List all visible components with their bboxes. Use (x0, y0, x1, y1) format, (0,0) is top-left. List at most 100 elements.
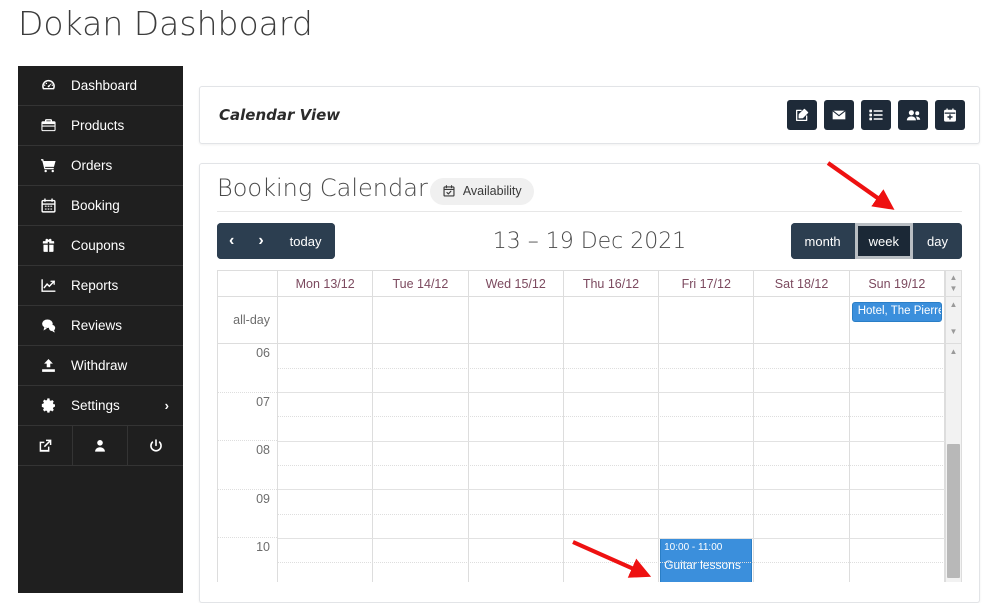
event-title-label: Guitar lessons (664, 558, 741, 572)
hour-row-09: 09 (218, 490, 277, 538)
sidebar-filler (18, 466, 183, 592)
hour-label-08: 08 (256, 443, 270, 457)
grid-half-hour-line (278, 416, 945, 417)
time-gutter: 06 07 08 09 10 (218, 344, 278, 582)
time-column-sun[interactable] (850, 344, 945, 582)
sidebar-item-label: Reports (71, 278, 119, 293)
scrollbar-thumb[interactable] (947, 444, 960, 578)
calendar-allday-row: all-day Hotel, The Pierre ▲ ▼ (218, 297, 961, 344)
calendar-grid: Mon 13/12 Tue 14/12 Wed 15/12 Thu 16/12 … (217, 270, 962, 582)
timed-event-guitar-lessons[interactable]: 10:00 - 11:00 Guitar lessons (660, 538, 753, 582)
grid-hour-line (278, 392, 945, 393)
allday-label: all-day (218, 297, 278, 343)
sidebar-item-orders[interactable]: Orders (18, 146, 183, 186)
prev-week-button[interactable]: ‹ (217, 223, 247, 259)
booking-header: Booking Calendar Availability (200, 164, 979, 212)
chevron-right-icon: › (164, 398, 169, 413)
view-day-button[interactable]: day (913, 223, 962, 259)
sidebar-item-label: Withdraw (71, 358, 128, 373)
sidebar-item-products[interactable]: Products (18, 106, 183, 146)
day-header-tue[interactable]: Tue 14/12 (373, 271, 469, 296)
booking-calendar-panel: Booking Calendar Availability ‹ › today … (199, 163, 980, 603)
grid-half-hour-line (278, 562, 945, 563)
sidebar-item-dashboard[interactable]: Dashboard (18, 66, 183, 106)
calendar-plus-icon[interactable] (935, 100, 965, 130)
hour-label-10: 10 (256, 540, 270, 554)
day-header-fri[interactable]: Fri 17/12 (659, 271, 755, 296)
external-link-icon[interactable] (18, 426, 73, 465)
view-week-button[interactable]: week (854, 223, 914, 259)
allday-scrollbar-top[interactable]: ▲ ▼ (944, 271, 961, 296)
envelope-icon[interactable] (824, 100, 854, 130)
next-week-button[interactable]: › (246, 223, 276, 259)
sidebar-item-label: Reviews (71, 318, 123, 333)
sidebar-item-coupons[interactable]: Coupons (18, 226, 183, 266)
time-column-tue[interactable] (373, 344, 469, 582)
grid-hour-line (278, 538, 945, 539)
sidebar-item-settings[interactable]: Settings › (18, 386, 183, 426)
sidebar-footer-icons (18, 426, 183, 466)
day-header-thu[interactable]: Thu 16/12 (564, 271, 660, 296)
allday-cell-wed[interactable] (469, 297, 564, 343)
gear-icon (40, 397, 62, 414)
users-icon[interactable] (898, 100, 928, 130)
day-header-mon[interactable]: Mon 13/12 (278, 271, 374, 296)
calendar-view-actions (787, 100, 965, 130)
allday-cell-sun[interactable]: Hotel, The Pierre (850, 297, 945, 343)
availability-button[interactable]: Availability (429, 177, 534, 205)
allday-event-hotel[interactable]: Hotel, The Pierre (851, 302, 942, 322)
allday-cell-mon[interactable] (278, 297, 374, 343)
scroll-down-arrow-icon[interactable]: ▼ (946, 328, 961, 336)
allday-cell-thu[interactable] (564, 297, 660, 343)
today-button[interactable]: today (275, 223, 336, 259)
sidebar-item-booking[interactable]: Booking (18, 186, 183, 226)
user-icon[interactable] (73, 426, 128, 465)
time-column-sat[interactable] (754, 344, 850, 582)
time-column-thu[interactable] (564, 344, 660, 582)
availability-label: Availability (462, 184, 522, 198)
booking-calendar-title: Booking Calendar (217, 174, 428, 202)
scroll-up-arrow-icon[interactable]: ▲ (946, 301, 961, 309)
sidebar-item-label: Booking (71, 198, 120, 213)
event-time-label: 10:00 - 11:00 (664, 542, 723, 553)
hour-row-10: 10 (218, 538, 277, 582)
scroll-down-arrow-icon[interactable]: ▼ (946, 285, 961, 293)
scroll-up-arrow-icon[interactable]: ▲ (946, 348, 961, 356)
day-header-sun[interactable]: Sun 19/12 (850, 271, 945, 296)
day-header-sat[interactable]: Sat 18/12 (754, 271, 850, 296)
chart-line-icon (40, 277, 62, 294)
grid-half-hour-line (278, 368, 945, 369)
day-header-wed[interactable]: Wed 15/12 (469, 271, 564, 296)
comment-icon (40, 317, 62, 334)
time-column-wed[interactable] (469, 344, 564, 582)
sidebar-item-label: Dashboard (71, 78, 138, 93)
dashboard-gauge-icon (40, 77, 62, 94)
calendar-view-panel: Calendar View (199, 86, 980, 144)
header-gutter-cell (218, 271, 278, 296)
sidebar-item-withdraw[interactable]: Withdraw (18, 346, 183, 386)
allday-cell-fri[interactable] (659, 297, 755, 343)
calendar-icon (40, 197, 62, 214)
allday-cell-tue[interactable] (373, 297, 469, 343)
grid-half-hour-line (278, 465, 945, 466)
sidebar-item-reviews[interactable]: Reviews (18, 306, 183, 346)
sidebar-item-reports[interactable]: Reports (18, 266, 183, 306)
hour-label-06: 06 (256, 346, 270, 360)
grid-half-hour-line (278, 514, 945, 515)
view-month-button[interactable]: month (790, 223, 855, 259)
allday-cell-sat[interactable] (754, 297, 850, 343)
list-icon[interactable] (861, 100, 891, 130)
sidebar-item-label: Orders (71, 158, 113, 173)
edit-booking-icon[interactable] (787, 100, 817, 130)
power-icon[interactable] (128, 426, 183, 465)
calendar-time-body: 06 07 08 09 10 10:00 - 11:00 Guitar less… (218, 344, 961, 582)
shopping-cart-icon (40, 157, 62, 174)
hour-row-06: 06 (218, 344, 277, 393)
hour-label-09: 09 (256, 491, 270, 506)
briefcase-icon (40, 117, 62, 134)
time-grid-scrollbar[interactable]: ▲ (945, 344, 961, 582)
time-column-mon[interactable] (278, 344, 374, 582)
scroll-up-arrow-icon[interactable]: ▲ (946, 274, 961, 282)
time-column-fri[interactable]: 10:00 - 11:00 Guitar lessons (659, 344, 755, 582)
allday-scrollbar-bottom[interactable]: ▲ ▼ (944, 297, 961, 343)
